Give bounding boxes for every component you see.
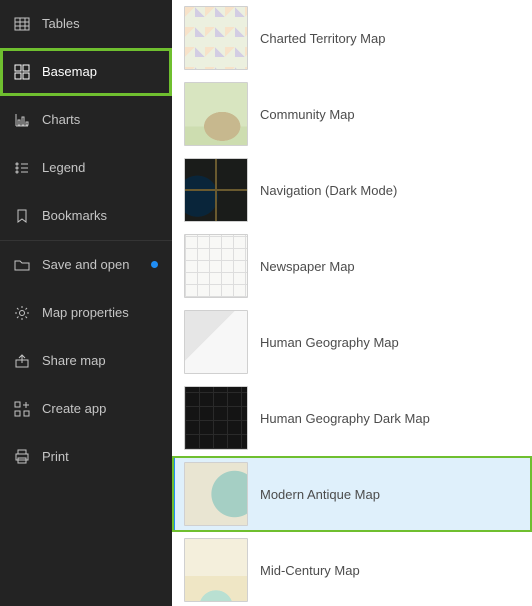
table-icon	[14, 16, 30, 32]
sidebar-item-save-and-open[interactable]: Save and open	[0, 241, 172, 289]
folder-icon	[14, 257, 30, 273]
basemap-item[interactable]: Mid-Century Map	[172, 532, 532, 606]
basemap-item[interactable]: Newspaper Map	[172, 228, 532, 304]
sidebar-item-label: Create app	[42, 401, 106, 416]
basemap-item-selected[interactable]: Modern Antique Map	[172, 456, 532, 532]
sidebar-item-label: Save and open	[42, 257, 129, 272]
sidebar-item-bookmarks[interactable]: Bookmarks	[0, 192, 172, 240]
bookmarks-icon	[14, 208, 30, 224]
basemap-thumbnail	[184, 234, 248, 298]
sidebar-item-label: Legend	[42, 160, 85, 175]
basemap-thumbnail	[184, 386, 248, 450]
basemap-thumbnail	[184, 158, 248, 222]
print-icon	[14, 449, 30, 465]
basemap-icon	[14, 64, 30, 80]
basemap-label: Navigation (Dark Mode)	[260, 183, 397, 198]
sidebar-item-charts[interactable]: Charts	[0, 96, 172, 144]
charts-icon	[14, 112, 30, 128]
basemap-label: Community Map	[260, 107, 355, 122]
basemap-item[interactable]: Charted Territory Map	[172, 0, 532, 76]
sidebar-item-label: Basemap	[42, 64, 97, 79]
sidebar-item-label: Share map	[42, 353, 106, 368]
basemap-label: Charted Territory Map	[260, 31, 385, 46]
sidebar-item-label: Tables	[42, 16, 80, 31]
basemap-item[interactable]: Community Map	[172, 76, 532, 152]
basemap-thumbnail	[184, 538, 248, 602]
sidebar-item-share-map[interactable]: Share map	[0, 337, 172, 385]
sidebar: Tables Basemap Charts Legend Bookmarks S…	[0, 0, 172, 606]
sidebar-item-label: Bookmarks	[42, 208, 107, 223]
basemap-thumbnail	[184, 82, 248, 146]
basemap-item[interactable]: Navigation (Dark Mode)	[172, 152, 532, 228]
basemap-gallery: Charted Territory Map Community Map Navi…	[172, 0, 532, 606]
sidebar-item-map-properties[interactable]: Map properties	[0, 289, 172, 337]
legend-icon	[14, 160, 30, 176]
basemap-item[interactable]: Human Geography Map	[172, 304, 532, 380]
basemap-thumbnail	[184, 310, 248, 374]
basemap-label: Newspaper Map	[260, 259, 355, 274]
sidebar-item-tables[interactable]: Tables	[0, 0, 172, 48]
sidebar-item-legend[interactable]: Legend	[0, 144, 172, 192]
basemap-item[interactable]: Human Geography Dark Map	[172, 380, 532, 456]
create-app-icon	[14, 401, 30, 417]
basemap-label: Human Geography Map	[260, 335, 399, 350]
basemap-label: Mid-Century Map	[260, 563, 360, 578]
gear-icon	[14, 305, 30, 321]
basemap-label: Modern Antique Map	[260, 487, 380, 502]
unsaved-indicator	[151, 261, 158, 268]
sidebar-item-label: Charts	[42, 112, 80, 127]
basemap-thumbnail	[184, 6, 248, 70]
sidebar-item-create-app[interactable]: Create app	[0, 385, 172, 433]
basemap-label: Human Geography Dark Map	[260, 411, 430, 426]
sidebar-item-label: Map properties	[42, 305, 129, 320]
sidebar-item-basemap[interactable]: Basemap	[0, 48, 172, 96]
sidebar-item-print[interactable]: Print	[0, 433, 172, 481]
sidebar-item-label: Print	[42, 449, 69, 464]
basemap-thumbnail	[184, 462, 248, 526]
share-icon	[14, 353, 30, 369]
